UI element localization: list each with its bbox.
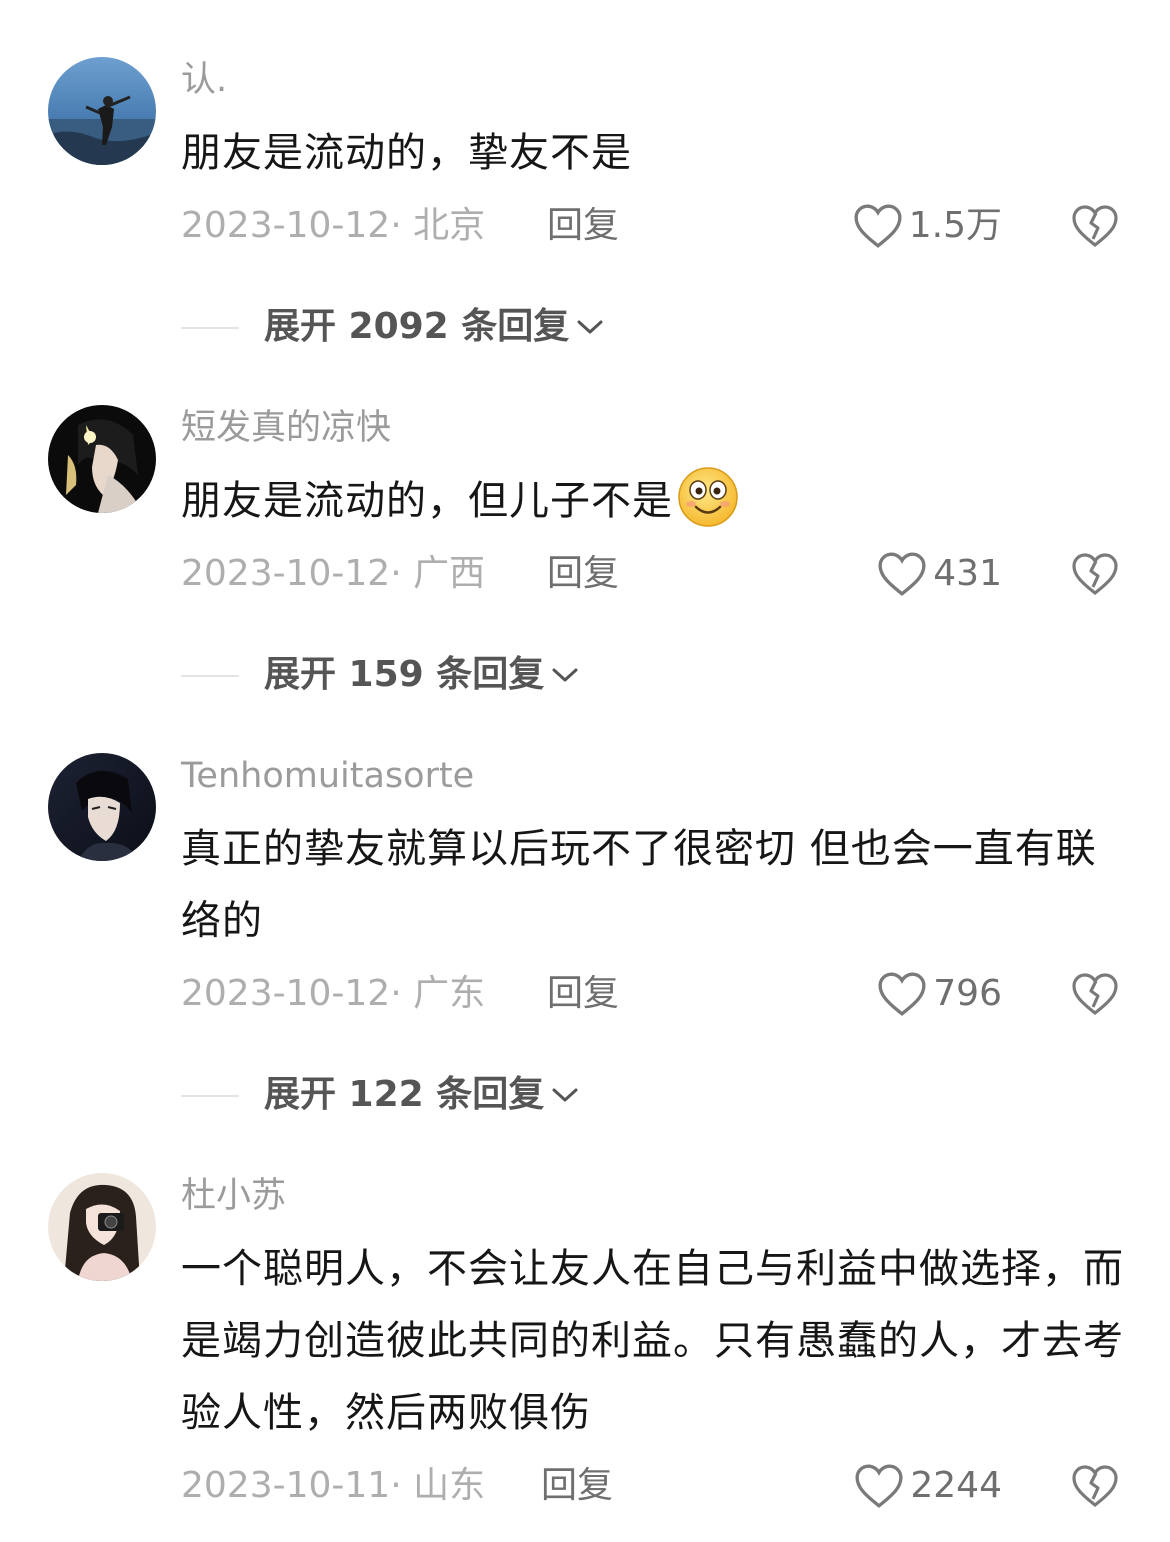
expand-replies: 展开 159 条回复 (0, 650, 1170, 700)
comment-meta: 2023-10-12· 广西 回复 431 (0, 549, 1170, 599)
expand-label: 展开 159 条回复 (264, 654, 545, 695)
date-location: 2023-10-12· 北京 (181, 205, 486, 246)
smile-emoji (678, 467, 738, 527)
chevron-down-icon (577, 320, 603, 334)
dislike-button[interactable] (1070, 1461, 1120, 1511)
reply-button[interactable]: 回复 (547, 969, 619, 1019)
expand-replies: 展开 122 条回复 (0, 1070, 1170, 1120)
avatar[interactable] (48, 1173, 156, 1281)
heart-outline-icon (878, 552, 926, 596)
divider (181, 1095, 239, 1097)
reply-button[interactable]: 回复 (541, 1461, 613, 1511)
chevron-down-icon (552, 668, 578, 682)
like-count: 796 (933, 973, 1002, 1014)
like-button[interactable]: 431 (877, 549, 1002, 599)
expand-replies-button[interactable]: 展开 159 条回复 (264, 650, 580, 700)
username[interactable]: Tenhomuitasorte (181, 753, 474, 799)
expand-label: 展开 122 条回复 (264, 1074, 545, 1115)
like-count: 431 (933, 553, 1002, 594)
like-button[interactable]: 2244 (854, 1461, 1002, 1511)
heart-outline-icon (855, 1464, 903, 1508)
divider (181, 675, 239, 677)
username[interactable]: 认. (181, 57, 227, 103)
divider (181, 327, 239, 329)
dislike-button[interactable] (1070, 201, 1120, 251)
dislike-button[interactable] (1070, 549, 1120, 599)
expand-replies: 展开 2092 条回复 (0, 302, 1170, 352)
broken-heart-icon (1072, 205, 1118, 248)
comment-meta: 2023-10-12· 北京 回复 1.5万 (0, 201, 1170, 251)
username[interactable]: 短发真的凉快 (181, 405, 391, 451)
avatar[interactable] (48, 405, 156, 513)
heart-outline-icon (854, 204, 902, 248)
comment-text: 朋友是流动的，挚友不是 (181, 130, 632, 176)
reply-button[interactable]: 回复 (547, 201, 619, 251)
comment-meta: 2023-10-12· 广东 回复 796 (0, 969, 1170, 1019)
username[interactable]: 杜小苏 (181, 1173, 286, 1219)
date-location: 2023-10-12· 广东 (181, 973, 486, 1014)
comment-text-content: 朋友是流动的，但儿子不是 (181, 478, 673, 524)
avatar[interactable] (48, 57, 156, 165)
expand-label: 展开 2092 条回复 (264, 306, 570, 347)
expand-replies-button[interactable]: 展开 2092 条回复 (264, 302, 605, 352)
like-count: 2244 (910, 1465, 1002, 1506)
comment-text: 朋友是流动的，但儿子不是 (181, 465, 1131, 537)
expand-replies-button[interactable]: 展开 122 条回复 (264, 1070, 580, 1120)
avatar[interactable] (48, 753, 156, 861)
date-location: 2023-10-11· 山东 (181, 1465, 486, 1506)
like-button[interactable]: 1.5万 (853, 201, 1002, 251)
chevron-down-icon (552, 1088, 578, 1102)
broken-heart-icon (1072, 553, 1118, 596)
like-count: 1.5万 (908, 205, 1002, 246)
comment-meta: 2023-10-11· 山东 回复 2244 (0, 1461, 1170, 1511)
comment-text: 一个聪明人，不会让友人在自己与利益中做选择，而是竭力创造彼此共同的利益。只有愚蠢… (181, 1246, 1124, 1436)
heart-outline-icon (878, 972, 926, 1016)
dislike-button[interactable] (1070, 969, 1120, 1019)
date-location: 2023-10-12· 广西 (181, 553, 486, 594)
comment-text: 真正的挚友就算以后玩不了很密切 但也会一直有联络的 (181, 826, 1097, 944)
like-button[interactable]: 796 (877, 969, 1002, 1019)
broken-heart-icon (1072, 1465, 1118, 1508)
reply-button[interactable]: 回复 (547, 549, 619, 599)
broken-heart-icon (1072, 973, 1118, 1016)
